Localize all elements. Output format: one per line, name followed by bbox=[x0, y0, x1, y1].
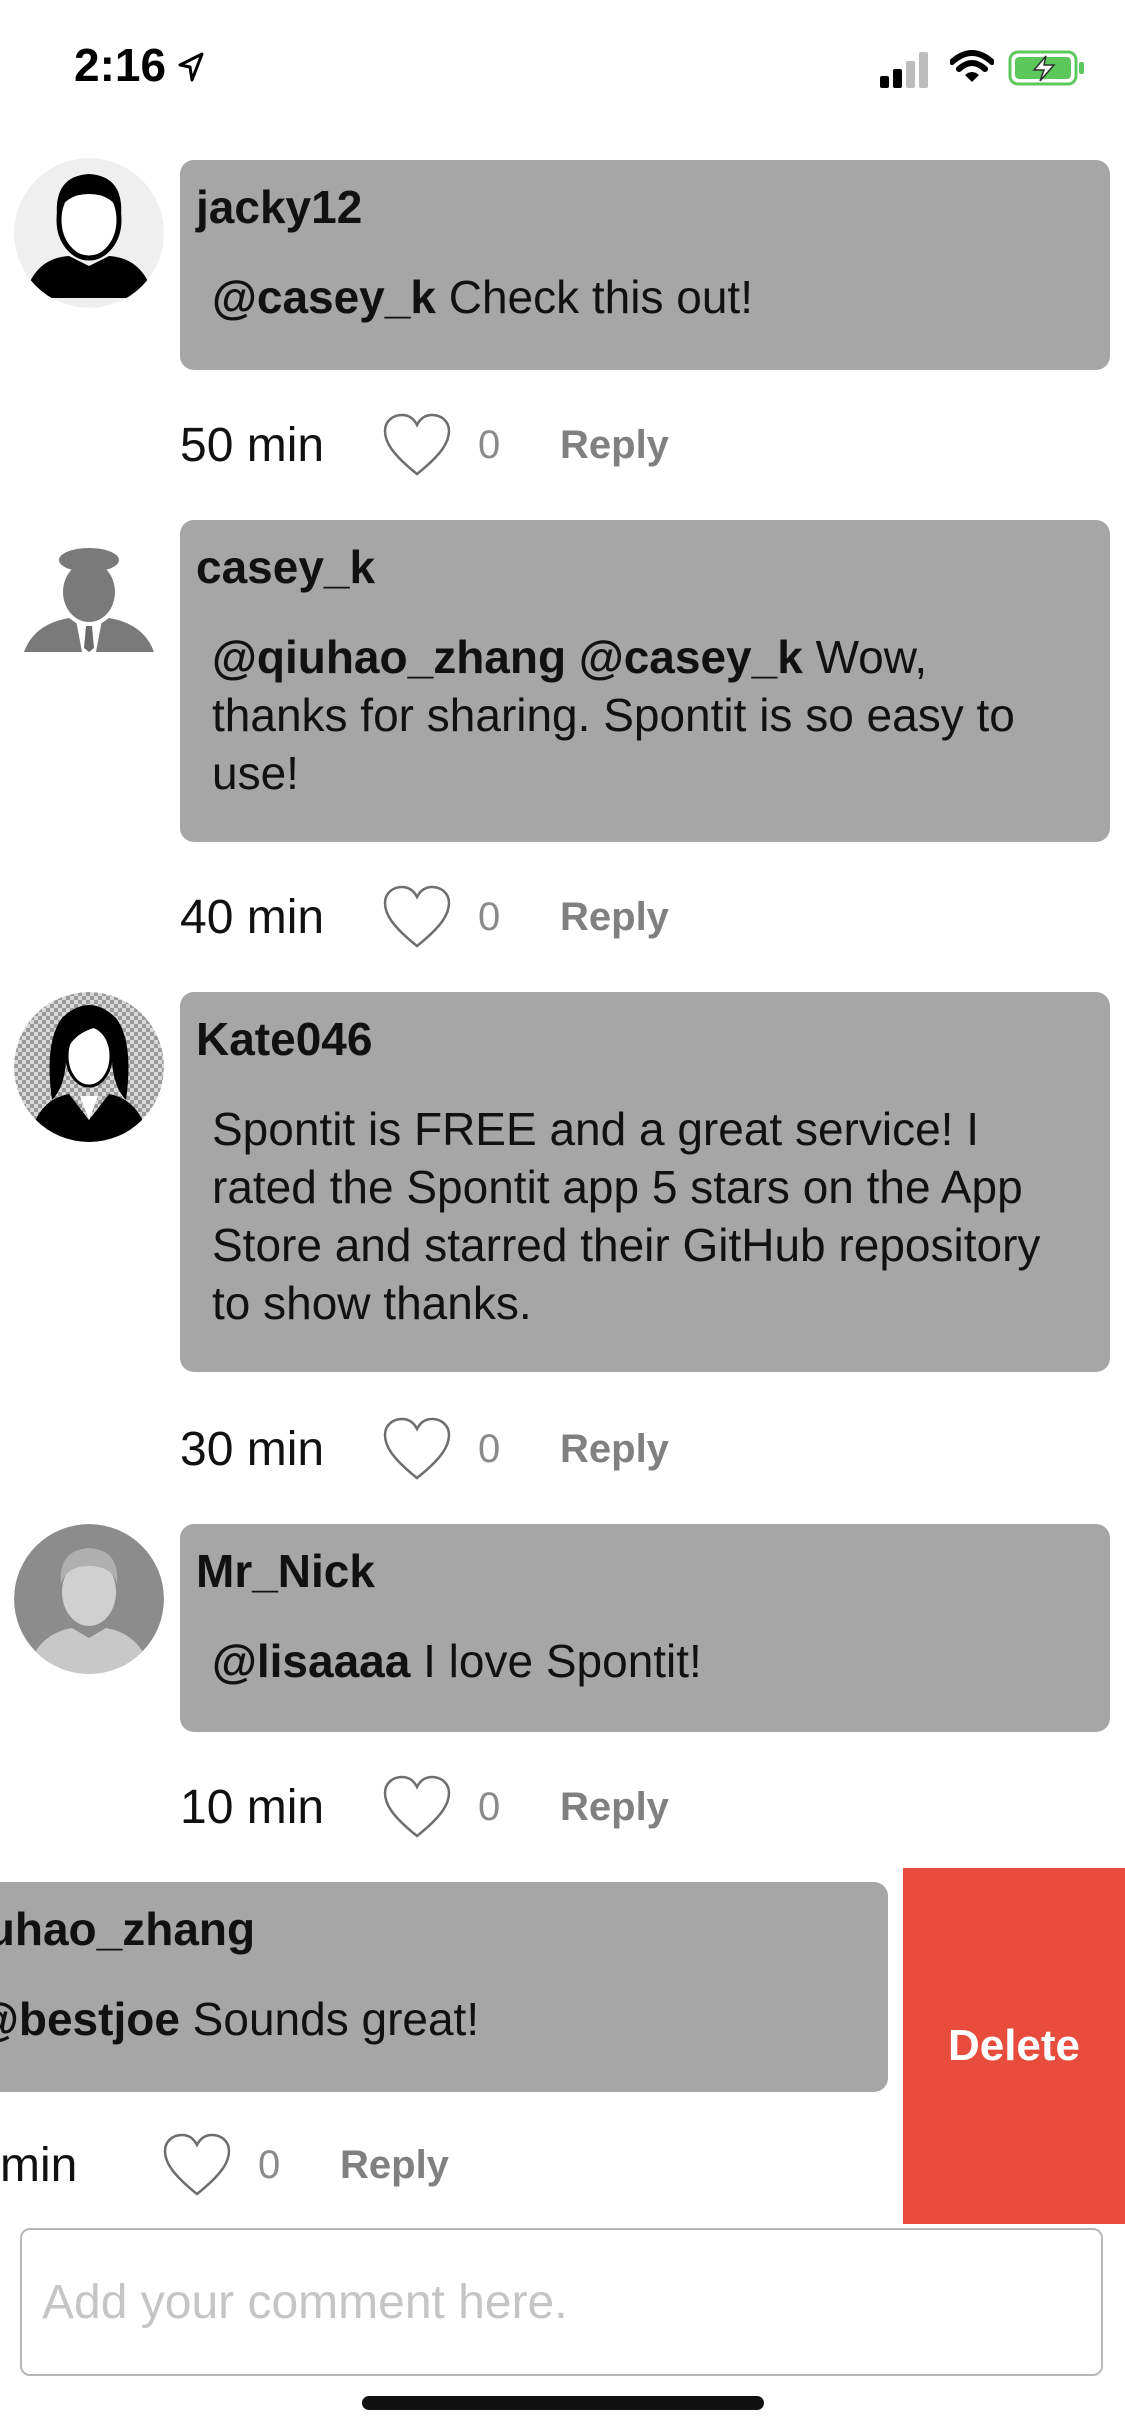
location-arrow-icon bbox=[178, 52, 204, 82]
reply-button[interactable]: Reply bbox=[560, 1785, 669, 1830]
comment-bubble: iuhao_zhang @bestjoe Sounds great! bbox=[0, 1882, 888, 2092]
comment-time: min bbox=[0, 2138, 78, 2192]
cellular-signal-icon bbox=[880, 52, 928, 88]
comment-bubble: casey_k @qiuhao_zhang @casey_k Wow, than… bbox=[180, 520, 1110, 842]
like-count: 0 bbox=[478, 1784, 501, 1829]
comment-bubble: Mr_Nick @lisaaaa I love Spontit! bbox=[180, 1524, 1110, 1732]
comment-mention[interactable]: @bestjoe bbox=[0, 1993, 180, 2045]
comment-text: @lisaaaa I love Spontit! bbox=[196, 1632, 1094, 1690]
comment-username[interactable]: Mr_Nick bbox=[196, 1544, 1094, 1598]
heart-icon[interactable] bbox=[162, 2132, 232, 2198]
heart-icon[interactable] bbox=[382, 1774, 452, 1840]
reply-button[interactable]: Reply bbox=[560, 895, 669, 940]
battery-charging-icon bbox=[1008, 50, 1084, 86]
comment-message: Spontit is FREE and a great service! I r… bbox=[212, 1103, 1041, 1329]
comment-bubble: jacky12 @casey_k Check this out! bbox=[180, 160, 1110, 370]
reply-button[interactable]: Reply bbox=[560, 423, 669, 468]
like-count: 0 bbox=[478, 1426, 501, 1471]
comment-bubble: Kate046 Spontit is FREE and a great serv… bbox=[180, 992, 1110, 1372]
comment-text: Spontit is FREE and a great service! I r… bbox=[196, 1100, 1094, 1332]
heart-icon[interactable] bbox=[382, 412, 452, 478]
status-time: 2:16 bbox=[74, 39, 167, 91]
comment-username[interactable]: casey_k bbox=[196, 540, 1094, 594]
comment-mention[interactable]: @qiuhao_zhang @casey_k bbox=[212, 631, 803, 683]
comment-meta: 30 min 0 Reply bbox=[180, 1414, 669, 1484]
businessman-avatar[interactable] bbox=[14, 520, 164, 670]
comment-text: @casey_k Check this out! bbox=[196, 268, 1094, 326]
like-count: 0 bbox=[258, 2142, 281, 2187]
like-count: 0 bbox=[478, 894, 501, 939]
comment-time: 40 min bbox=[180, 890, 325, 944]
comment-username[interactable]: jacky12 bbox=[196, 180, 1094, 234]
reply-button[interactable]: Reply bbox=[560, 1427, 669, 1472]
comment-time: 50 min bbox=[180, 418, 325, 472]
comment-meta: min 0 Reply bbox=[0, 2130, 449, 2200]
like-count: 0 bbox=[478, 422, 501, 467]
comment-message: I love Spontit! bbox=[410, 1635, 702, 1687]
female-silhouette-avatar[interactable] bbox=[14, 992, 164, 1142]
comment-username[interactable]: iuhao_zhang bbox=[0, 1902, 872, 1956]
comment-meta: 40 min 0 Reply bbox=[180, 882, 669, 952]
comment-meta: 10 min 0 Reply bbox=[180, 1772, 669, 1842]
heart-icon[interactable] bbox=[382, 1416, 452, 1482]
comment-text: @bestjoe Sounds great! bbox=[0, 1990, 872, 2048]
comment-message: Sounds great! bbox=[179, 1993, 480, 2045]
comment-time: 30 min bbox=[180, 1422, 325, 1476]
wifi-icon bbox=[950, 50, 994, 82]
default-person-avatar[interactable] bbox=[14, 1524, 164, 1674]
home-indicator[interactable] bbox=[362, 2396, 764, 2410]
reply-button[interactable]: Reply bbox=[340, 2143, 449, 2188]
comment-username[interactable]: Kate046 bbox=[196, 1012, 1094, 1066]
comment-meta: 50 min 0 Reply bbox=[180, 410, 669, 480]
heart-icon[interactable] bbox=[382, 884, 452, 950]
status-bar: 2:16 bbox=[0, 0, 1125, 140]
comment-message: Check this out! bbox=[435, 271, 753, 323]
comment-mention[interactable]: @lisaaaa bbox=[212, 1635, 410, 1687]
comment-text: @qiuhao_zhang @casey_k Wow, thanks for s… bbox=[196, 628, 1094, 802]
comment-mention[interactable]: @casey_k bbox=[212, 271, 436, 323]
delete-button[interactable]: Delete bbox=[903, 1868, 1125, 2224]
comment-input[interactable]: Add your comment here. bbox=[20, 2228, 1103, 2376]
male-silhouette-avatar[interactable] bbox=[14, 158, 164, 308]
comment-time: 10 min bbox=[180, 1780, 325, 1834]
